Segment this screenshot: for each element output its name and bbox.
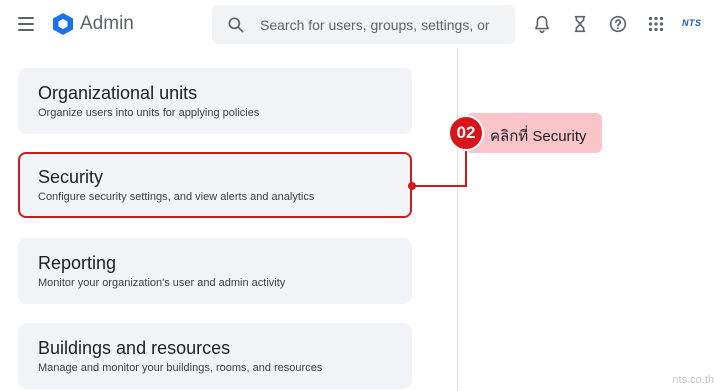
annotation-text: คลิกที่ Security: [490, 128, 587, 145]
notifications-bell-icon[interactable]: [531, 13, 553, 35]
brand-logo[interactable]: NTS: [682, 18, 702, 28]
menu-icon[interactable]: [16, 14, 38, 34]
tasks-hourglass-icon[interactable]: [569, 13, 591, 35]
card-title: Security: [38, 167, 104, 187]
search-icon[interactable]: [226, 15, 246, 35]
search-input[interactable]: [258, 13, 512, 37]
card-reporting[interactable]: Reporting Monitor your organization's us…: [18, 238, 412, 304]
card-description: Manage and monitor your buildings, rooms…: [38, 362, 323, 374]
card-organizational-units[interactable]: Organizational units Organize users into…: [18, 68, 412, 134]
annotation-connector: [412, 185, 467, 187]
card-description: Monitor your organization's user and adm…: [38, 277, 286, 289]
apps-grid-icon[interactable]: [645, 13, 667, 35]
watermark: nts.co.th: [672, 374, 714, 386]
annotation-callout: คลิกที่ Security: [466, 113, 602, 153]
card-title: Buildings and resources: [38, 338, 231, 358]
card-description: Configure security settings, and view al…: [38, 191, 315, 203]
help-icon[interactable]: [607, 13, 629, 35]
card-description: Organize users into units for applying p…: [38, 107, 260, 119]
card-buildings-and-resources[interactable]: Buildings and resources Manage and monit…: [18, 323, 412, 389]
panel-divider: [457, 48, 458, 391]
admin-logo-icon[interactable]: [51, 12, 75, 36]
search-box[interactable]: [212, 5, 515, 44]
step-number-badge: 02: [448, 115, 484, 151]
annotation-anchor-dot: [408, 182, 416, 190]
app-title[interactable]: Admin: [80, 12, 134, 36]
top-app-bar: Admin NTS: [0, 0, 720, 48]
card-security[interactable]: Security Configure security settings, an…: [18, 152, 412, 218]
card-title: Organizational units: [38, 83, 198, 103]
card-title: Reporting: [38, 253, 117, 273]
